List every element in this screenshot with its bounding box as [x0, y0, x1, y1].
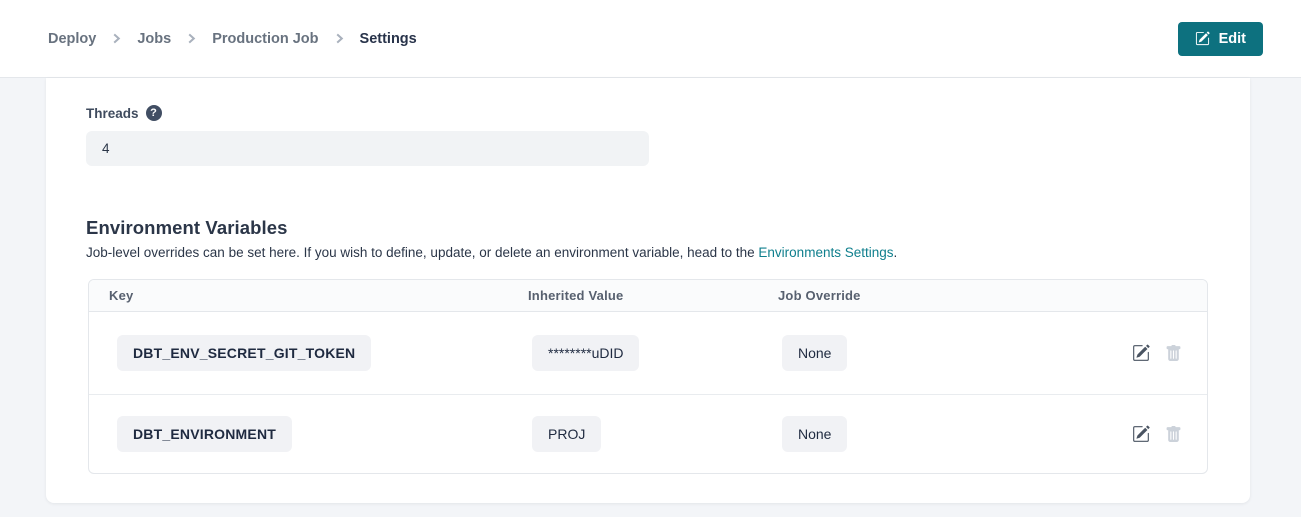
table-row: DBT_ENVIRONMENT PROJ None: [89, 395, 1207, 473]
environment-variables-table: Key Inherited Value Job Override DBT_ENV…: [88, 279, 1208, 474]
environment-variables-description: Job-level overrides can be set here. If …: [86, 245, 1210, 260]
environment-variables-title: Environment Variables: [86, 217, 1210, 239]
delete-row-button[interactable]: [1165, 345, 1182, 362]
edit-button[interactable]: Edit: [1178, 22, 1263, 56]
env-var-key-badge: DBT_ENVIRONMENT: [117, 416, 292, 452]
delete-row-button[interactable]: [1165, 426, 1182, 443]
pencil-square-icon: [1132, 425, 1150, 443]
settings-card: Threads ? Environment Variables Job-leve…: [46, 78, 1250, 503]
job-override-badge: None: [782, 416, 847, 452]
trash-icon: [1165, 426, 1182, 443]
question-circle-icon[interactable]: ?: [146, 105, 162, 121]
inherited-value-badge: PROJ: [532, 416, 601, 452]
trash-icon: [1165, 345, 1182, 362]
table-row: DBT_ENV_SECRET_GIT_TOKEN ********uDID No…: [89, 312, 1207, 395]
threads-input[interactable]: [86, 131, 649, 166]
edit-row-button[interactable]: [1132, 425, 1150, 443]
column-header-job-override: Job Override: [762, 288, 1097, 303]
breadcrumb-item-jobs[interactable]: Jobs: [137, 31, 171, 47]
job-override-badge: None: [782, 335, 847, 371]
description-period: .: [894, 245, 898, 260]
threads-label: Threads: [86, 106, 139, 121]
chevron-right-icon: [186, 33, 197, 44]
column-header-key: Key: [89, 288, 512, 303]
edit-row-button[interactable]: [1132, 344, 1150, 362]
top-bar: Deploy Jobs Production Job Settings Edit: [0, 0, 1301, 78]
pencil-square-icon: [1132, 344, 1150, 362]
breadcrumb-item-production-job[interactable]: Production Job: [212, 31, 318, 47]
edit-button-label: Edit: [1219, 31, 1246, 47]
table-header-row: Key Inherited Value Job Override: [89, 280, 1207, 312]
env-var-key-badge: DBT_ENV_SECRET_GIT_TOKEN: [117, 335, 371, 371]
inherited-value-badge: ********uDID: [532, 335, 639, 371]
environments-settings-link[interactable]: Environments Settings: [758, 245, 893, 260]
chevron-right-icon: [111, 33, 122, 44]
breadcrumb-item-deploy[interactable]: Deploy: [48, 31, 96, 47]
column-header-inherited-value: Inherited Value: [512, 288, 762, 303]
pencil-square-icon: [1195, 31, 1210, 46]
chevron-right-icon: [334, 33, 345, 44]
breadcrumb-item-settings: Settings: [360, 31, 417, 47]
description-text: Job-level overrides can be set here. If …: [86, 245, 758, 260]
breadcrumb: Deploy Jobs Production Job Settings: [48, 31, 417, 47]
